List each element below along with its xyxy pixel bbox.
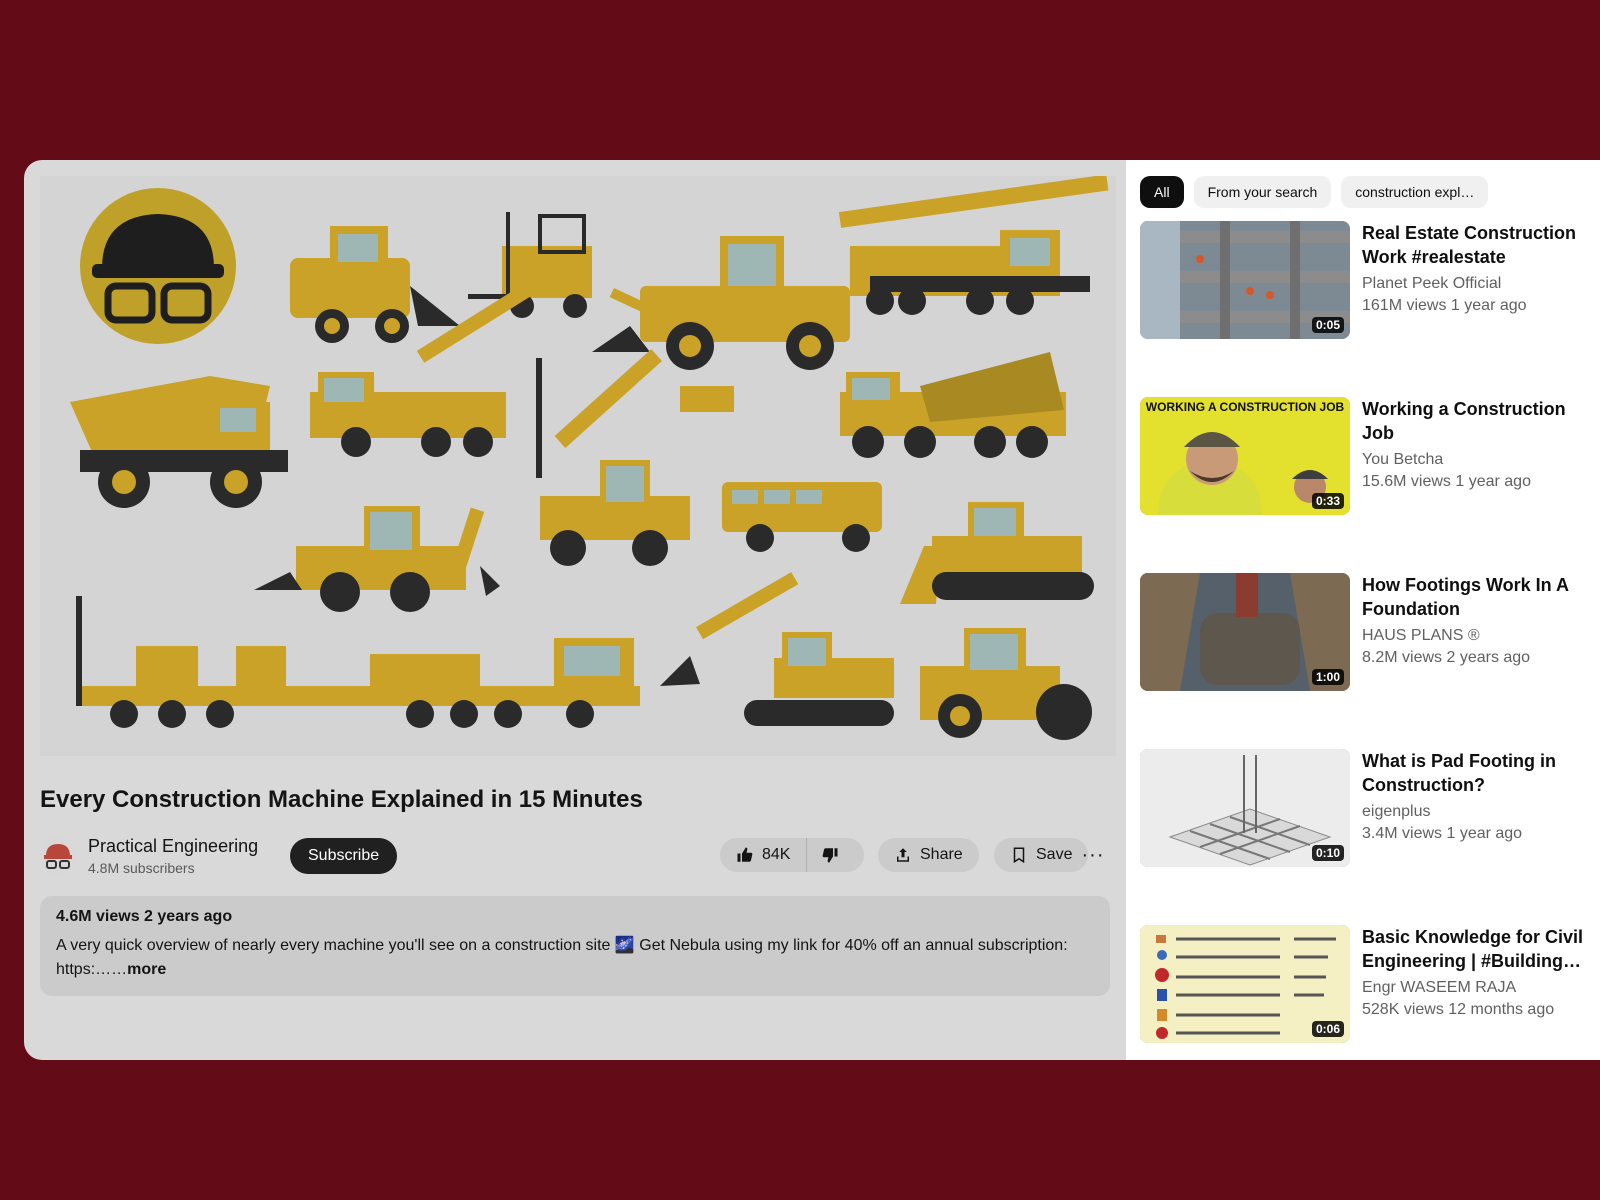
- recommended-channel[interactable]: Planet Peek Official: [1362, 275, 1501, 293]
- channel-avatar[interactable]: [40, 838, 76, 874]
- video-frame-construction-machines: [40, 176, 1116, 756]
- video-duration: 0:05: [1311, 317, 1344, 333]
- save-label: Save: [1036, 846, 1073, 863]
- thumbs-up-icon: [737, 847, 753, 862]
- video-duration: 0:06: [1311, 1021, 1344, 1037]
- filter-chips: All From your search construction expl…: [1140, 176, 1489, 208]
- recommended-video[interactable]: 0:06 Basic Knowledge for Civil Engineeri…: [1140, 925, 1590, 1045]
- recommended-meta: 3.4M views 1 year ago: [1362, 825, 1523, 842]
- like-dislike-group: 84K: [720, 838, 864, 872]
- recommended-channel[interactable]: Engr WASEEM RAJA: [1362, 979, 1516, 997]
- recommended-video[interactable]: 0:10 What is Pad Footing in Construction…: [1140, 749, 1590, 869]
- video-duration: 0:10: [1311, 845, 1344, 861]
- watch-panel: Every Construction Machine Explained in …: [24, 160, 1126, 1060]
- recommended-meta: 15.6M views 1 year ago: [1362, 473, 1531, 490]
- chip-construction[interactable]: construction expl…: [1341, 176, 1489, 208]
- recommended-meta: 528K views 12 months ago: [1362, 1001, 1555, 1018]
- channel-name[interactable]: Practical Engineering: [88, 836, 258, 857]
- share-button[interactable]: Share: [878, 838, 979, 872]
- recommendations-sidebar: All From your search construction expl… …: [1126, 160, 1600, 1060]
- like-button[interactable]: 84K: [720, 838, 808, 872]
- recommended-meta: 8.2M views 2 years ago: [1362, 649, 1531, 666]
- video-player[interactable]: [40, 176, 1116, 756]
- description-text: A very quick overview of nearly every ma…: [56, 934, 1094, 982]
- recommended-title[interactable]: How Footings Work In A Foundation: [1362, 573, 1588, 621]
- video-thumbnail[interactable]: 0:10: [1140, 749, 1350, 867]
- description-box[interactable]: 4.6M views 2 years ago A very quick over…: [40, 896, 1110, 996]
- recommended-video[interactable]: 0:05 Real Estate Construction Work #real…: [1140, 221, 1590, 341]
- video-duration: 0:33: [1311, 493, 1344, 509]
- subscriber-count: 4.8M subscribers: [88, 860, 195, 876]
- thumbnail-caption: WORKING A CONSTRUCTION JOB: [1146, 400, 1345, 414]
- video-title: Every Construction Machine Explained in …: [40, 786, 643, 813]
- recommended-video[interactable]: 1:00 How Footings Work In A Foundation H…: [1140, 573, 1590, 693]
- video-duration: 1:00: [1311, 669, 1344, 685]
- hard-hat-logo-icon: [80, 188, 236, 344]
- chip-from-your-search[interactable]: From your search: [1193, 176, 1332, 208]
- recommended-channel[interactable]: eigenplus: [1362, 803, 1431, 821]
- description-body: A very quick overview of nearly every ma…: [56, 937, 1068, 978]
- app-window: Every Construction Machine Explained in …: [24, 160, 1600, 1060]
- more-actions-button[interactable]: ···: [1076, 838, 1110, 872]
- hard-hat-icon: [40, 838, 76, 874]
- thumbs-down-icon: [823, 848, 838, 863]
- like-count: 84K: [762, 846, 791, 863]
- video-thumbnail[interactable]: 0:05: [1140, 221, 1350, 339]
- subscribe-button[interactable]: Subscribe: [290, 838, 398, 874]
- video-thumbnail[interactable]: 0:06: [1140, 925, 1350, 1043]
- view-count-date: 4.6M views 2 years ago: [56, 908, 233, 925]
- share-label: Share: [920, 846, 963, 863]
- channel-action-row: Practical Engineering 4.8M subscribers S…: [40, 836, 1110, 876]
- chip-all[interactable]: All: [1140, 176, 1184, 208]
- bookmark-icon: [1013, 847, 1025, 864]
- dislike-button[interactable]: [807, 846, 853, 864]
- share-icon: [897, 848, 909, 862]
- recommended-title[interactable]: Basic Knowledge for Civil Engineering | …: [1362, 925, 1588, 973]
- recommended-video[interactable]: WORKING A CONSTRUCTION JOB 0:33 Working …: [1140, 397, 1590, 517]
- recommended-channel[interactable]: HAUS PLANS ®: [1362, 627, 1480, 645]
- video-thumbnail[interactable]: 1:00: [1140, 573, 1350, 691]
- show-more-link[interactable]: more: [127, 961, 166, 978]
- recommended-channel[interactable]: You Betcha: [1362, 451, 1443, 469]
- recommended-title[interactable]: Real Estate Construction Work #realestat…: [1362, 221, 1588, 269]
- recommended-title[interactable]: Working a Construction Job: [1362, 397, 1588, 445]
- recommended-title[interactable]: What is Pad Footing in Construction?: [1362, 749, 1588, 797]
- recommended-meta: 161M views 1 year ago: [1362, 297, 1527, 314]
- save-button[interactable]: Save: [994, 838, 1089, 872]
- video-thumbnail[interactable]: WORKING A CONSTRUCTION JOB 0:33: [1140, 397, 1350, 515]
